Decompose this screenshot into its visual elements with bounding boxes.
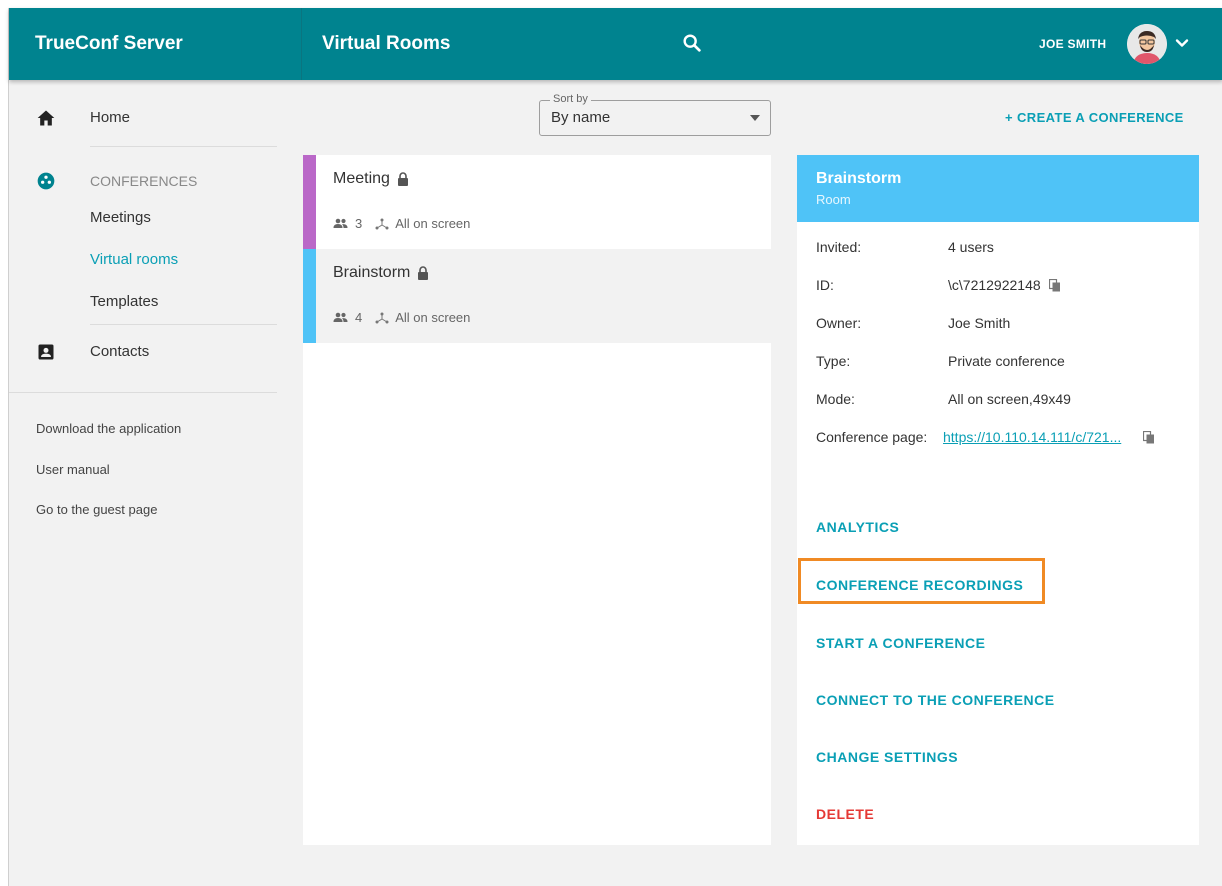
home-icon xyxy=(37,110,55,126)
layout-icon xyxy=(375,312,389,323)
conference-name: Brainstorm xyxy=(333,264,411,281)
connect-conference-button[interactable]: CONNECT TO THE CONFERENCE xyxy=(816,692,1055,708)
color-stripe xyxy=(303,249,316,343)
copy-icon[interactable] xyxy=(1143,430,1155,444)
sort-value: By name xyxy=(551,109,611,126)
detail-header: Brainstorm Room xyxy=(797,155,1199,222)
lock-icon xyxy=(418,266,429,280)
color-stripe xyxy=(303,155,316,249)
list-item-brainstorm[interactable]: Brainstorm 4 All on screen xyxy=(303,249,771,343)
sidebar-item-contacts[interactable]: Contacts xyxy=(9,340,277,364)
owner-label: Owner: xyxy=(816,315,862,331)
sidebar-section-conferences: CONFERENCES xyxy=(9,170,277,194)
mode-label: Mode: xyxy=(816,391,855,407)
divider xyxy=(90,324,277,325)
id-text: \c\7212922148 xyxy=(948,277,1041,293)
guest-page-link[interactable]: Go to the guest page xyxy=(36,502,157,517)
download-app-link[interactable]: Download the application xyxy=(36,421,181,436)
participant-count: 3 xyxy=(355,216,363,231)
analytics-button[interactable]: ANALYTICS xyxy=(816,519,899,535)
conference-mode: All on screen xyxy=(395,216,471,231)
conference-page-label: Conference page: xyxy=(816,429,928,445)
participants-icon xyxy=(333,218,348,228)
conference-page-value: https://10.110.14.111/c/721... xyxy=(943,429,1155,445)
sidebar-item-label: Contacts xyxy=(90,343,150,360)
user-manual-link[interactable]: User manual xyxy=(36,462,110,477)
type-label: Type: xyxy=(816,353,851,369)
lock-icon xyxy=(397,172,408,186)
mode-text: All on screen,49x49 xyxy=(948,391,1071,407)
user-name[interactable]: JOE SMITH xyxy=(1039,8,1106,80)
conference-recordings-button[interactable]: CONFERENCE RECORDINGS xyxy=(816,577,1023,593)
start-conference-button[interactable]: START A CONFERENCE xyxy=(816,635,985,651)
sidebar-item-label: Home xyxy=(90,109,131,126)
conferences-icon xyxy=(37,172,55,190)
copy-icon[interactable] xyxy=(1048,278,1061,292)
participant-count: 4 xyxy=(355,310,363,325)
invited-value: 4 users xyxy=(948,239,994,255)
list-item-meeting[interactable]: Meeting 3 All on screen xyxy=(303,155,771,249)
avatar[interactable] xyxy=(1127,24,1167,64)
divider xyxy=(90,146,277,147)
app-frame: TrueConf Server Virtual Rooms JOE SMITH xyxy=(8,8,1222,886)
sidebar-item-templates[interactable]: Templates xyxy=(90,293,158,310)
conference-mode: All on screen xyxy=(395,310,471,325)
participants-icon xyxy=(333,312,348,322)
id-label: ID: xyxy=(816,277,834,293)
sidebar-item-meetings[interactable]: Meetings xyxy=(90,209,151,226)
owner-value: Joe Smith xyxy=(948,315,1010,331)
sidebar-item-home[interactable]: Home xyxy=(9,106,277,130)
id-value: \c\7212922148 xyxy=(948,277,1061,293)
invited-label: Invited: xyxy=(816,239,862,255)
change-settings-button[interactable]: CHANGE SETTINGS xyxy=(816,749,958,765)
conference-name: Meeting xyxy=(333,170,390,187)
chevron-down-icon[interactable] xyxy=(1175,36,1189,50)
sort-label: Sort by xyxy=(550,93,591,105)
type-text: Private conference xyxy=(948,353,1065,369)
delete-button[interactable]: DELETE xyxy=(816,806,874,822)
sort-select[interactable]: Sort by By name xyxy=(539,93,771,136)
top-bar: TrueConf Server Virtual Rooms JOE SMITH xyxy=(9,8,1222,80)
conference-detail-panel: Brainstorm Room Invited: 4 users ID: \c\… xyxy=(797,155,1199,845)
sidebar-item-virtual-rooms[interactable]: Virtual rooms xyxy=(90,251,178,268)
brand-title[interactable]: TrueConf Server xyxy=(9,8,302,80)
type-value: Private conference xyxy=(948,353,1065,369)
dropdown-arrow-icon xyxy=(750,115,760,121)
conference-page-link[interactable]: https://10.110.14.111/c/721... xyxy=(943,429,1121,445)
page-title: Virtual Rooms xyxy=(322,33,451,54)
detail-title: Brainstorm xyxy=(816,170,902,187)
invited-text: 4 users xyxy=(948,239,994,255)
search-icon[interactable] xyxy=(681,32,703,54)
mode-value: All on screen,49x49 xyxy=(948,391,1071,407)
create-conference-button[interactable]: + CREATE A CONFERENCE xyxy=(1005,110,1184,125)
conference-list: Meeting 3 All on screen Brainstorm 4 All… xyxy=(303,155,771,845)
owner-text: Joe Smith xyxy=(948,315,1011,331)
layout-icon xyxy=(375,218,389,229)
detail-subtitle: Room xyxy=(816,192,851,207)
sidebar-section-label: CONFERENCES xyxy=(90,173,198,189)
divider xyxy=(9,392,277,393)
contacts-icon xyxy=(38,344,54,360)
